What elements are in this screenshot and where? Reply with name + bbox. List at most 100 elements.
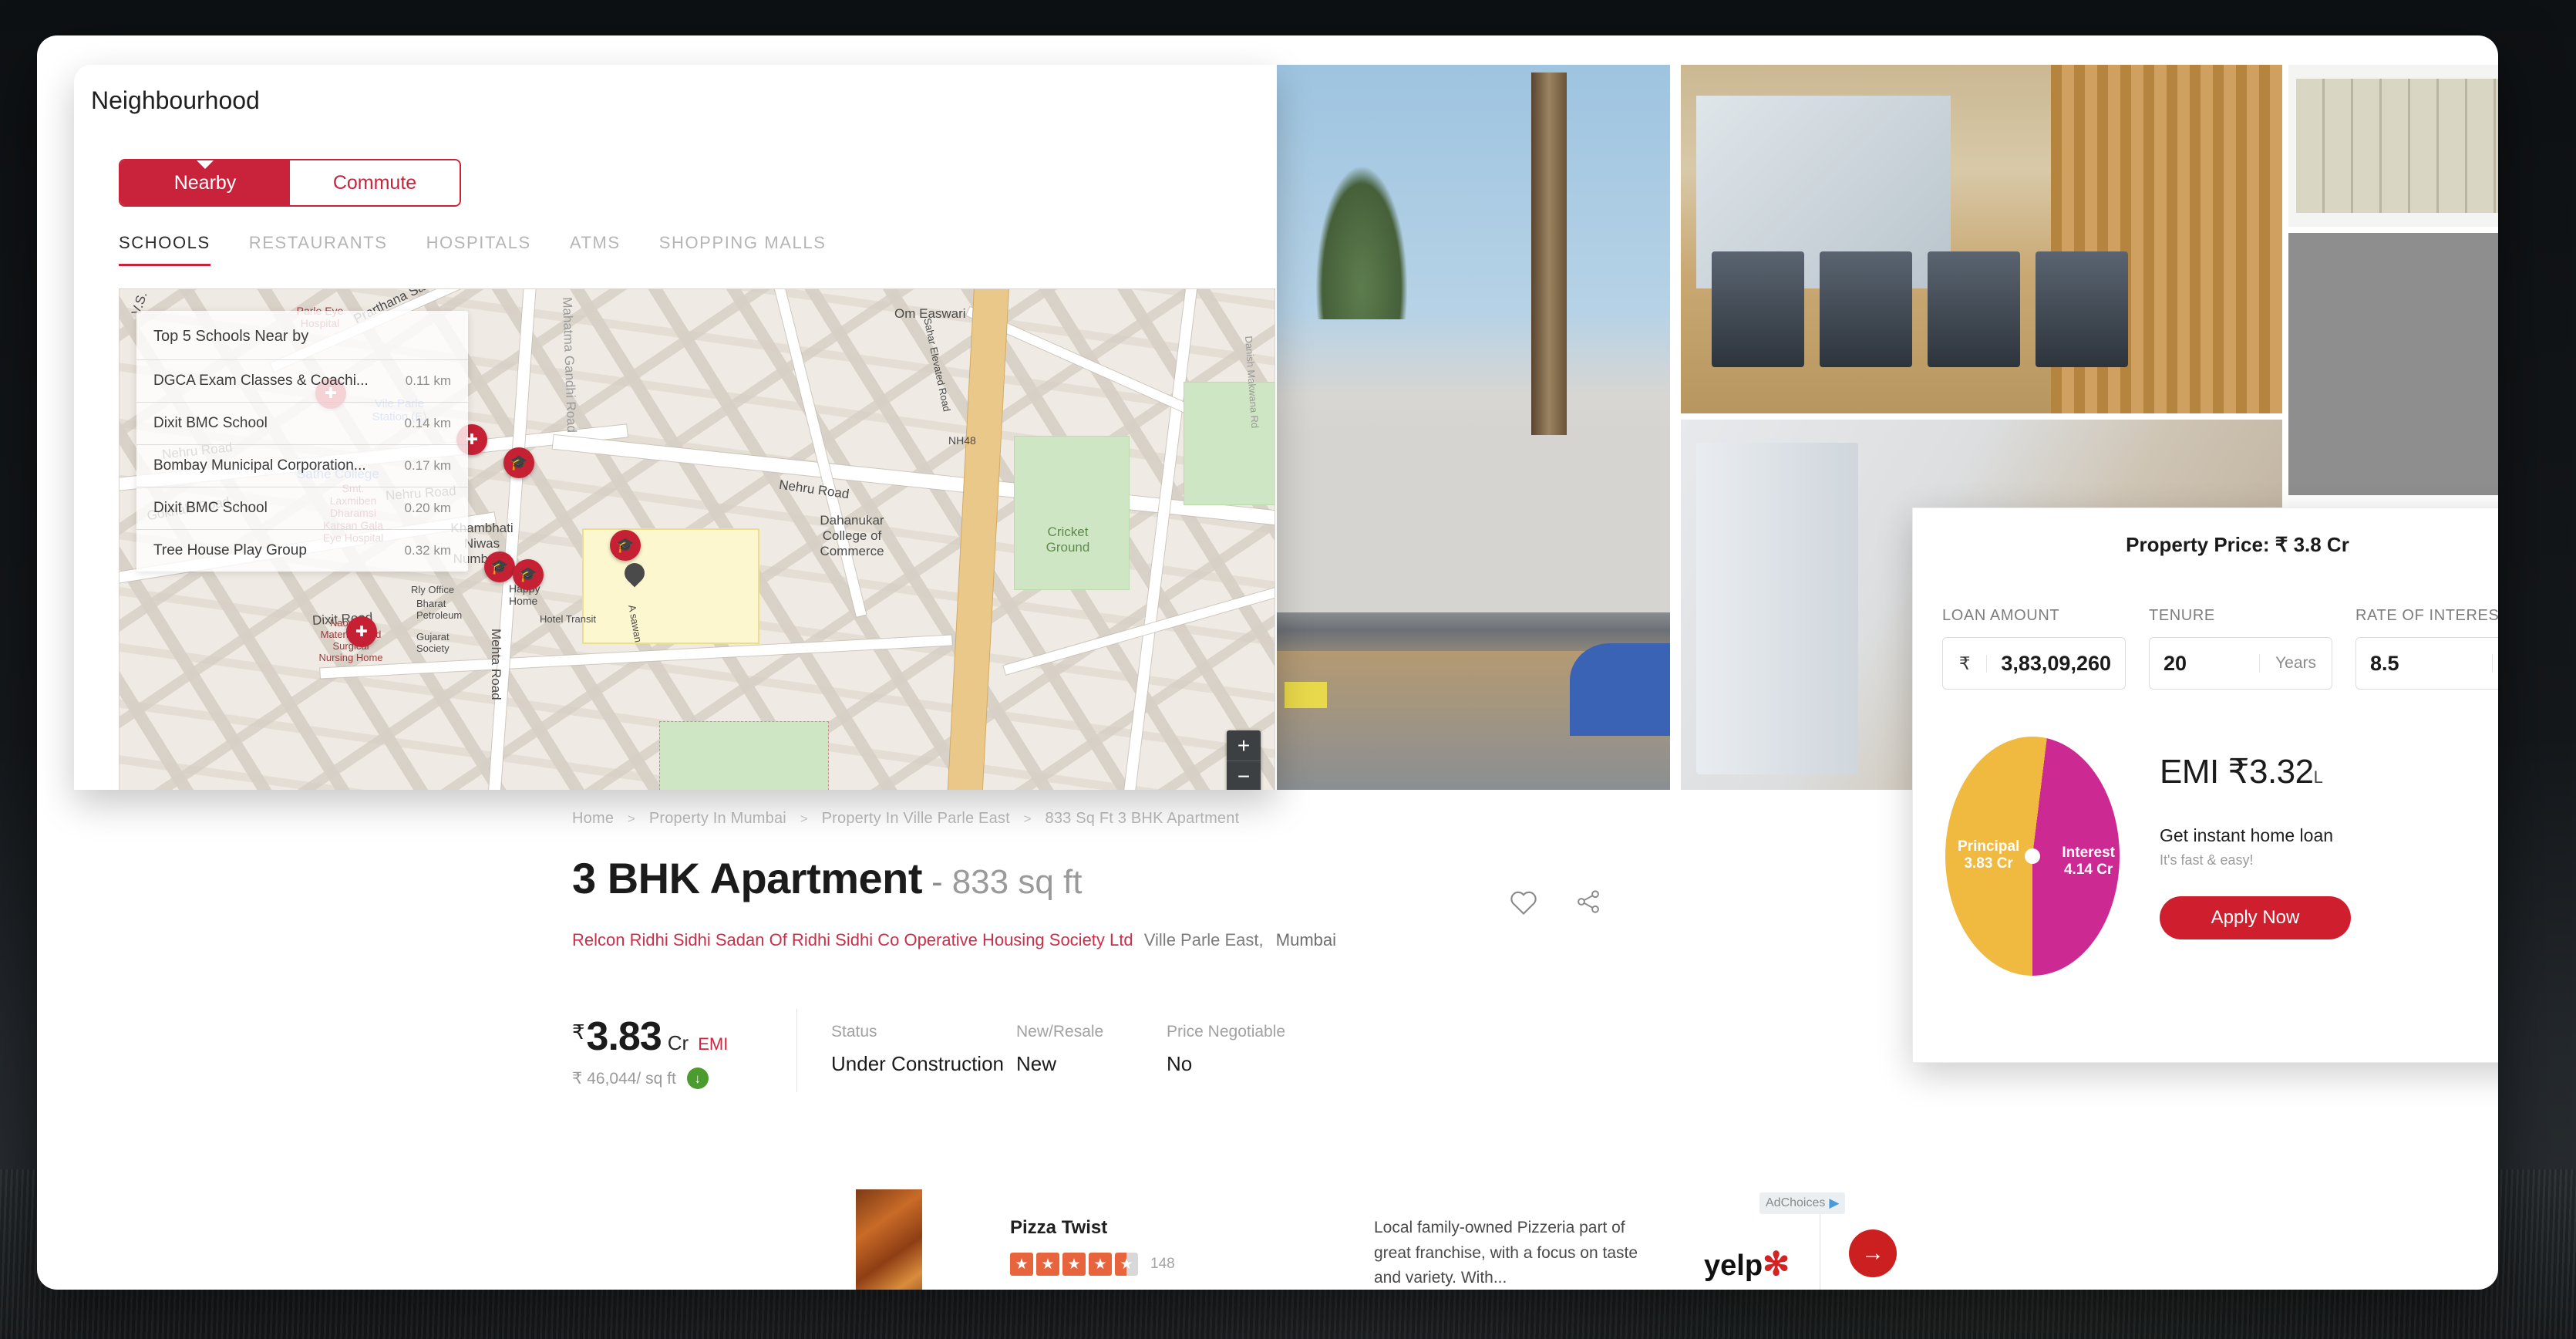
breadcrumb-item-home[interactable]: Home [572, 810, 614, 827]
home-loan-cta-sub: It's fast & easy! [2160, 852, 2254, 868]
gallery-image-floor-plan[interactable] [2288, 65, 2498, 227]
school-name: Tree House Play Group [153, 542, 307, 558]
title-action-group [1506, 884, 1606, 919]
fact-price-negotiable: Price Negotiable No [1167, 1023, 1285, 1076]
gallery-image-placeholder-grey[interactable] [2288, 233, 2498, 495]
map-label: Cricket Ground [1046, 524, 1090, 555]
gallery-image-garden[interactable] [1277, 65, 1670, 790]
breadcrumb-item-mumbai[interactable]: Property In Mumbai [649, 810, 786, 827]
decorative-treadmill [1928, 251, 2020, 367]
nearby-schools-list: Top 5 Schools Near by DGCA Exam Classes … [136, 311, 468, 572]
map-label: Dahanukar College of Commerce [820, 513, 884, 558]
decorative-treadmill [1712, 251, 1804, 367]
price-unit: Cr [667, 1031, 689, 1054]
map-label: Bharat Petroleum [416, 598, 463, 621]
pie-label-interest: Interest 4.14 Cr [2062, 845, 2115, 879]
emi-link[interactable]: EMI [698, 1034, 728, 1054]
decorative-tree [1315, 165, 1408, 319]
list-item[interactable]: Dixit BMC School 0.20 km [136, 487, 468, 529]
decorative-wall [1277, 435, 1670, 612]
map-marker-school-icon[interactable]: 🎓 [503, 447, 534, 478]
breadcrumb-item-ville-parle-east[interactable]: Property In Ville Parle East [822, 810, 1010, 827]
wishlist-heart-icon[interactable] [1506, 884, 1541, 919]
share-icon[interactable] [1571, 884, 1606, 919]
map-zoom-out-button[interactable]: − [1227, 761, 1261, 790]
tab-atms[interactable]: ATMS [570, 233, 621, 266]
loan-amount-input[interactable]: ₹ 3,83,09,260 [1942, 637, 2126, 690]
rate-of-interest-input[interactable]: 8.5 % [2355, 637, 2498, 690]
rate-of-interest-value[interactable]: 8.5 [2356, 652, 2492, 676]
breadcrumb-separator: > [800, 811, 808, 826]
star-icon: ★ [1089, 1253, 1112, 1276]
tenure-input[interactable]: 20 Years [2149, 637, 2332, 690]
map-campus-area [582, 528, 759, 644]
pie-interest-name: Interest [2062, 845, 2115, 861]
map-marker-hospital-icon[interactable]: ✚ [346, 616, 377, 647]
fact-value: No [1167, 1052, 1193, 1075]
decorative-cabinet [1696, 443, 1858, 774]
price-per-sqft-line: ₹ 46,044/ sq ft ↓ [572, 1067, 728, 1089]
yelp-logo[interactable]: yelp✻ [1704, 1245, 1790, 1283]
ad-rating-stars: ★ ★ ★ ★ ★ 148 [1010, 1253, 1175, 1276]
map-marker-school-icon[interactable]: 🎓 [610, 530, 641, 561]
tab-restaurants[interactable]: RESTAURANTS [249, 233, 388, 266]
home-loan-cta-title: Get instant home loan [2160, 825, 2334, 845]
decorative-floorplan-lines [2296, 79, 2498, 213]
tab-shopping-malls[interactable]: SHOPPING MALLS [659, 233, 827, 266]
apply-now-button[interactable]: Apply Now [2160, 896, 2351, 939]
price-facts-divider [796, 1009, 797, 1092]
map-label: Hotel Transit [540, 613, 596, 625]
emi-amount-row: EMI ₹3.32L [2160, 752, 2351, 791]
toggle-nearby[interactable]: Nearby [120, 160, 290, 205]
tenure-value[interactable]: 20 [2150, 652, 2259, 676]
loan-amount-value[interactable]: 3,83,09,260 [1987, 652, 2125, 676]
map-green-area [1014, 436, 1130, 590]
map-label: Rly Office [411, 584, 455, 595]
map-zoom-controls: + − [1227, 730, 1261, 790]
fact-value: New [1016, 1052, 1057, 1075]
fact-new-resale: New/Resale New [1016, 1023, 1167, 1076]
map-marker-school-icon[interactable]: 🎓 [484, 551, 515, 582]
gallery-image-gym[interactable] [1681, 65, 2282, 413]
society-name-link[interactable]: Relcon Ridhi Sidhi Sadan Of Ridhi Sidhi … [572, 930, 1133, 949]
ad-description: Local family-owned Pizzeria part of grea… [1374, 1219, 1638, 1287]
adchoices-badge[interactable]: AdChoices ▶ [1759, 1192, 1846, 1214]
breadcrumb-separator: > [627, 811, 636, 826]
toggle-commute[interactable]: Commute [290, 160, 460, 205]
ad-business-name[interactable]: Pizza Twist [1010, 1217, 1107, 1239]
decorative-treadmill [1820, 251, 1912, 367]
list-item[interactable]: DGCA Exam Classes & Coachi... 0.11 km [136, 359, 468, 402]
pie-interest-value: 4.14 Cr [2063, 861, 2113, 878]
emi-summary: EMI ₹3.32L Get instant home loan It's fa… [2160, 752, 2351, 939]
price-block: ₹ 3.83 Cr EMI ₹ 46,044/ sq ft ↓ [572, 1014, 728, 1089]
tab-hospitals[interactable]: HOSPITALS [426, 233, 531, 266]
ad-review-count: 148 [1150, 1256, 1175, 1272]
tenure-unit: Years [2259, 654, 2332, 673]
neighbourhood-map[interactable]: Nehru Road Nehru Road Nehru Road Gokhale… [119, 288, 1275, 790]
property-city: Mumbai [1275, 930, 1337, 949]
map-zoom-in-button[interactable]: + [1227, 730, 1261, 761]
map-label: NH48 [948, 434, 976, 447]
price-per-sqft: ₹ 46,044/ sq ft [572, 1069, 676, 1088]
property-area-title: 833 sq ft [951, 863, 1083, 901]
list-item[interactable]: Bombay Municipal Corporation... 0.17 km [136, 444, 468, 487]
advertisement-banner[interactable]: Pizza Twist ★ ★ ★ ★ ★ 148 Pizza, Halal, … [856, 1185, 1897, 1290]
tab-schools[interactable]: SCHOOLS [119, 233, 210, 266]
emi-unit: L [2313, 767, 2323, 787]
emi-label: EMI [2160, 753, 2219, 791]
star-icon: ★ [1036, 1253, 1059, 1276]
arrow-right-icon[interactable]: → [1849, 1229, 1897, 1277]
school-name: Dixit BMC School [153, 500, 268, 516]
map-marker-school-icon[interactable]: 🎓 [513, 559, 544, 590]
neighbourhood-tabs: SCHOOLS RESTAURANTS HOSPITALS ATMS SHOPP… [119, 233, 827, 266]
list-item[interactable]: Tree House Play Group 0.32 km [136, 529, 468, 572]
property-locality: Ville Parle East, [1143, 930, 1264, 949]
price-line: ₹ 3.83 Cr EMI [572, 1014, 728, 1060]
school-distance: 0.17 km [404, 458, 451, 473]
list-item[interactable]: Dixit BMC School 0.14 km [136, 402, 468, 444]
map-label: Mehta Road [489, 629, 503, 700]
map-green-area [659, 721, 829, 790]
title-dash: - [931, 863, 943, 901]
pie-principal-name: Principal [1958, 838, 2020, 855]
breadcrumb-item-current: 833 Sq Ft 3 BHK Apartment [1045, 810, 1240, 827]
